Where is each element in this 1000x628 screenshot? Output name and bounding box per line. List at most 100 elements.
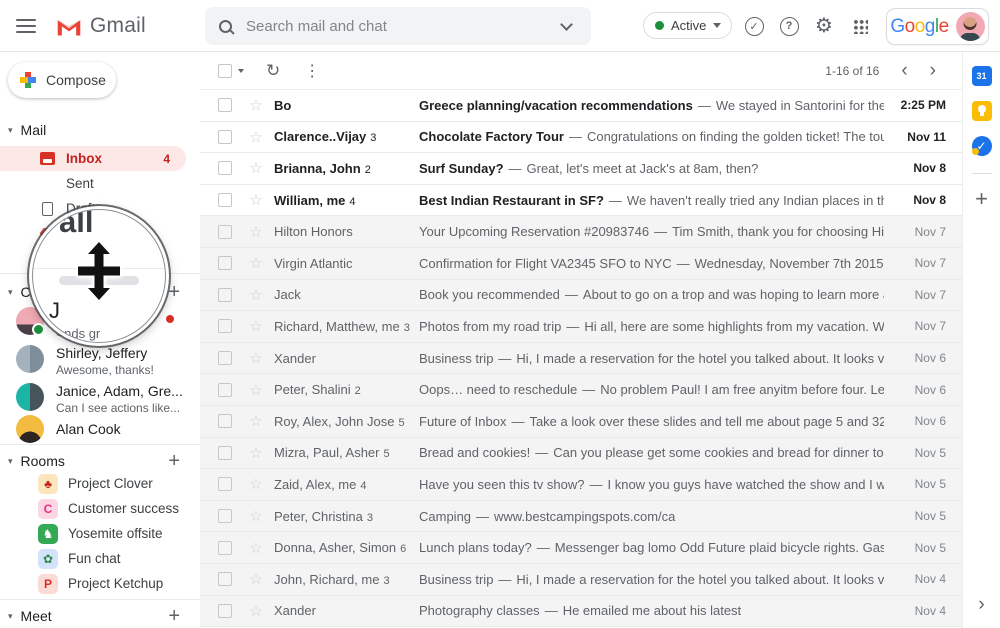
sidebar-mail-item[interactable]: Sent xyxy=(0,171,186,196)
room-item[interactable]: P Project Ketchup xyxy=(0,571,200,596)
row-checkbox[interactable] xyxy=(218,604,232,618)
email-row[interactable]: ☆ Donna, Asher, Simon6 Lunch plans today… xyxy=(200,532,962,564)
older-page-chevron-icon[interactable]: › xyxy=(930,61,936,80)
get-addons-button[interactable]: + xyxy=(975,186,988,212)
star-icon[interactable]: ☆ xyxy=(248,128,264,146)
sidebar-mail-item[interactable]: Inbox 4 xyxy=(0,146,186,171)
row-checkbox[interactable] xyxy=(218,98,232,112)
panel-collapse-chevron-icon[interactable]: › xyxy=(978,594,984,616)
collapse-triangle-icon[interactable]: ▾ xyxy=(8,456,13,467)
row-checkbox[interactable] xyxy=(218,446,232,460)
email-row[interactable]: ☆ Jack Book you recommended—About to go … xyxy=(200,280,962,312)
email-row[interactable]: ☆ Richard, Matthew, me3 Photos from my r… xyxy=(200,311,962,343)
star-icon[interactable]: ☆ xyxy=(248,602,264,620)
select-dropdown-caret-icon[interactable] xyxy=(238,69,244,73)
row-checkbox[interactable] xyxy=(218,572,232,586)
star-icon[interactable]: ☆ xyxy=(248,159,264,177)
row-checkbox[interactable] xyxy=(218,161,232,175)
collapse-triangle-icon[interactable]: ▾ xyxy=(8,287,13,298)
new-meeting-button[interactable]: + xyxy=(168,605,180,628)
room-item[interactable]: ♞ Yosemite offsite xyxy=(0,521,200,546)
row-checkbox[interactable] xyxy=(218,225,232,239)
star-icon[interactable]: ☆ xyxy=(248,570,264,588)
help-icon[interactable]: ? xyxy=(779,16,799,36)
sender-cell: Brianna, John2 xyxy=(274,161,419,176)
newer-page-chevron-icon[interactable]: ‹ xyxy=(901,61,907,80)
settings-gear-icon[interactable]: ⚙ xyxy=(814,16,834,36)
chat-contact[interactable]: Alan Cook xyxy=(0,416,200,442)
compose-button[interactable]: Compose xyxy=(8,62,116,98)
status-selector[interactable]: Active xyxy=(643,12,732,39)
email-row[interactable]: ☆ Mizra, Paul, Asher5 Bread and cookies!… xyxy=(200,438,962,470)
more-options-icon[interactable]: ⋮ xyxy=(304,61,320,81)
email-row[interactable]: ☆ Clarence..Vijay3 Chocolate Factory Tou… xyxy=(200,122,962,154)
star-icon[interactable]: ☆ xyxy=(248,381,264,399)
star-icon[interactable]: ☆ xyxy=(248,475,264,493)
row-checkbox[interactable] xyxy=(218,351,232,365)
row-checkbox[interactable] xyxy=(218,130,232,144)
gmail-logo: Gmail xyxy=(56,14,146,38)
chat-status-icon[interactable]: ✓ xyxy=(744,16,764,36)
select-all-checkbox[interactable] xyxy=(218,64,232,78)
apps-grid-icon[interactable] xyxy=(850,16,870,36)
mail-section-header[interactable]: ▾ Mail xyxy=(8,120,200,140)
email-row[interactable]: ☆ Hilton Honors Your Upcoming Reservatio… xyxy=(200,216,962,248)
row-checkbox[interactable] xyxy=(218,193,232,207)
search-input[interactable]: Search mail and chat xyxy=(246,18,562,35)
rooms-section-header[interactable]: ▾ Rooms + xyxy=(8,451,200,471)
email-row[interactable]: ☆ Peter, Christina3 Camping—www.bestcamp… xyxy=(200,501,962,533)
contact-meta: Shirley, Jeffery Awesome, thanks! xyxy=(56,345,154,377)
row-checkbox[interactable] xyxy=(218,319,232,333)
email-row[interactable]: ☆ Xander Photography classes—He emailed … xyxy=(200,596,962,628)
user-avatar[interactable] xyxy=(956,12,985,41)
row-checkbox[interactable] xyxy=(218,256,232,270)
google-account-button[interactable]: Google xyxy=(886,8,989,45)
search-icon[interactable] xyxy=(219,20,232,33)
row-checkbox[interactable] xyxy=(218,509,232,523)
rooms-list: ♣ Project Clover C Customer success ♞ Yo… xyxy=(0,471,200,596)
tasks-icon[interactable]: ✓ xyxy=(972,136,992,156)
chat-contact[interactable]: Janice, Adam, Gre... Can I see actions l… xyxy=(0,378,200,416)
keep-icon[interactable] xyxy=(972,101,992,121)
email-row[interactable]: ☆ Roy, Alex, John Jose5 Future of Inbox—… xyxy=(200,406,962,438)
star-icon[interactable]: ☆ xyxy=(248,412,264,430)
email-row[interactable]: ☆ William, me4 Best Indian Restaurant in… xyxy=(200,185,962,217)
room-item[interactable]: C Customer success xyxy=(0,496,200,521)
star-icon[interactable]: ☆ xyxy=(248,349,264,367)
email-row[interactable]: ☆ Brianna, John2 Surf Sunday?—Great, let… xyxy=(200,153,962,185)
email-row[interactable]: ☆ John, Richard, me3 Business trip—Hi, I… xyxy=(200,564,962,596)
star-icon[interactable]: ☆ xyxy=(248,254,264,272)
row-checkbox[interactable] xyxy=(218,288,232,302)
room-item[interactable]: ✿ Fun chat xyxy=(0,546,200,571)
meet-section-header[interactable]: ▾ Meet + xyxy=(8,606,200,626)
star-icon[interactable]: ☆ xyxy=(248,191,264,209)
collapse-triangle-icon[interactable]: ▾ xyxy=(8,125,13,136)
search-options-chevron-icon[interactable] xyxy=(560,18,573,31)
star-icon[interactable]: ☆ xyxy=(248,317,264,335)
row-checkbox[interactable] xyxy=(218,477,232,491)
add-room-button[interactable]: + xyxy=(168,450,180,473)
star-icon[interactable]: ☆ xyxy=(248,286,264,304)
magnifier-overlay[interactable]: F all J Sounds gr xyxy=(29,206,169,346)
email-row[interactable]: ☆ Zaid, Alex, me4 Have you seen this tv … xyxy=(200,469,962,501)
refresh-icon[interactable]: ↻ xyxy=(266,61,280,81)
star-icon[interactable]: ☆ xyxy=(248,507,264,525)
row-checkbox[interactable] xyxy=(218,541,232,555)
star-icon[interactable]: ☆ xyxy=(248,444,264,462)
star-icon[interactable]: ☆ xyxy=(248,539,264,557)
email-row[interactable]: ☆ Xander Business trip—Hi, I made a rese… xyxy=(200,343,962,375)
star-icon[interactable]: ☆ xyxy=(248,96,264,114)
hamburger-menu-icon[interactable] xyxy=(16,19,36,33)
email-row[interactable]: ☆ Peter, Shalini2 Oops… need to reschedu… xyxy=(200,374,962,406)
row-checkbox[interactable] xyxy=(218,414,232,428)
email-row[interactable]: ☆ Virgin Atlantic Confirmation for Fligh… xyxy=(200,248,962,280)
row-checkbox[interactable] xyxy=(218,383,232,397)
calendar-icon[interactable]: 31 xyxy=(972,66,992,86)
collapse-triangle-icon[interactable]: ▾ xyxy=(8,611,13,622)
email-row[interactable]: ☆ Bo Greece planning/vacation recommenda… xyxy=(200,90,962,122)
add-chat-button[interactable]: + xyxy=(168,281,180,304)
subject-cell: Business trip—Hi, I made a reservation f… xyxy=(419,572,884,587)
room-item[interactable]: ♣ Project Clover xyxy=(0,471,200,496)
search-bar[interactable]: Search mail and chat xyxy=(205,7,591,45)
star-icon[interactable]: ☆ xyxy=(248,223,264,241)
